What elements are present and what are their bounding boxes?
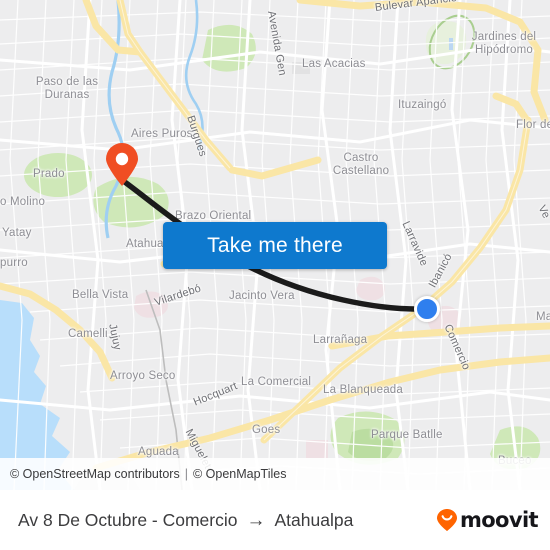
route-origin: Av 8 De Octubre - Comercio [18,509,238,530]
location-dot-icon[interactable] [414,296,440,322]
route-summary: Av 8 De Octubre - Comercio → Atahualpa [18,510,353,531]
map-attribution: © OpenStreetMap contributors | © OpenMap… [0,458,550,490]
map-pin-icon[interactable] [105,143,139,187]
moovit-pin-icon [436,509,457,531]
moovit-route-screenshot: Paso de las Duranas Aires Puros Prado o Moli… [0,0,550,550]
take-me-there-button[interactable]: Take me there [163,222,387,269]
route-destination: Atahualpa [274,509,354,530]
attribution-separator: | [184,467,188,481]
map-canvas[interactable]: Paso de las Duranas Aires Puros Prado o Moli… [0,0,550,490]
footer-bar: Av 8 De Octubre - Comercio → Atahualpa m… [0,490,550,550]
arrow-right-icon: → [246,509,266,531]
attribution-tiles-link[interactable]: © OpenMapTiles [193,467,287,481]
moovit-wordmark: moovit [459,508,539,532]
moovit-logo[interactable]: moovit [436,508,539,532]
attribution-osm-link[interactable]: © OpenStreetMap contributors [10,467,180,481]
